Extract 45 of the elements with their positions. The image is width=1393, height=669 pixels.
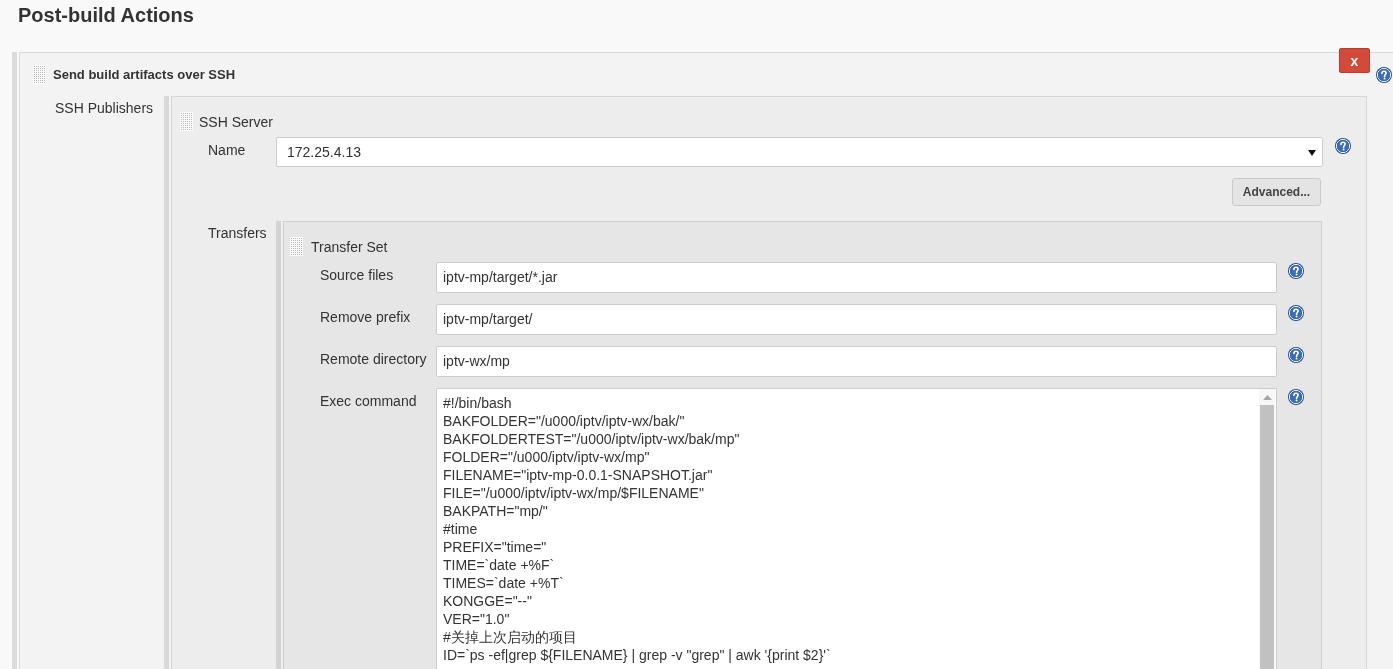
advanced-button[interactable]: Advanced... (1232, 178, 1321, 206)
drag-handle-icon[interactable] (180, 112, 193, 131)
code-line: #time (443, 521, 478, 537)
code-line: FILENAME="iptv-mp-0.0.1-SNAPSHOT.jar" (443, 467, 713, 483)
help-icon[interactable] (1376, 67, 1392, 83)
code-line: #关掉上次启动的项目 (443, 629, 577, 645)
server-dropdown[interactable]: 172.25.4.13 (276, 137, 1323, 167)
field-label: Exec command (320, 393, 418, 409)
field-label: Name (208, 142, 247, 158)
drag-handle-icon[interactable] (290, 237, 303, 256)
command-textarea[interactable] (436, 388, 1277, 669)
scrollbar-thumb[interactable] (1260, 405, 1274, 669)
help-icon[interactable] (1335, 138, 1351, 154)
field-label: Remove prefix (320, 309, 412, 325)
panel-heading: Transfer Set (311, 238, 388, 255)
field-label: Remote directory (320, 351, 428, 367)
caret-icon[interactable] (1308, 150, 1316, 156)
field-label: Transfers (208, 225, 268, 241)
field-label: SSH Publishers (55, 100, 155, 116)
code-line: KONGGE="--" (443, 593, 532, 609)
text-input[interactable]: iptv-mp/target/ (436, 304, 1277, 335)
help-icon[interactable] (1288, 347, 1304, 363)
code-line: #!/bin/bash (443, 395, 512, 411)
code-line: FILE="/u000/iptv/iptv-wx/mp/$FILENAME" (443, 485, 704, 501)
delete-button[interactable]: x (1339, 48, 1370, 73)
code-line: PREFIX="time=" (443, 539, 547, 555)
help-icon[interactable] (1288, 389, 1304, 405)
scrollbar[interactable] (1259, 389, 1275, 669)
code-line: FOLDER="/u000/iptv/iptv-wx/mp" (443, 449, 650, 465)
code-line: TIME=`date +%F` (443, 557, 555, 573)
help-icon[interactable] (1288, 305, 1304, 321)
panel-heading: SSH Server (199, 113, 273, 130)
text-input[interactable]: iptv-wx/mp (436, 346, 1277, 377)
text-input[interactable]: iptv-mp/target/*.jar (436, 262, 1277, 293)
section-heading: Send build artifacts over SSH (53, 66, 236, 83)
code-line: BAKPATH="mp/" (443, 503, 548, 519)
drag-handle-icon[interactable] (33, 65, 46, 84)
code-line: BAKFOLDERTEST="/u000/iptv/iptv-wx/bak/mp" (443, 431, 740, 447)
code-line: TIMES=`date +%T` (443, 575, 564, 591)
section-title: Post-build Actions (18, 3, 194, 28)
code-line: VER="1.0" (443, 611, 510, 627)
code-line: BAKFOLDER="/u000/iptv/iptv-wx/bak/" (443, 413, 685, 429)
field-label: Source files (320, 267, 395, 283)
help-icon[interactable] (1288, 263, 1304, 279)
code-line: ID=`ps -ef|grep ${FILENAME} | grep -v "grep" | awk '{print $2}'` (443, 647, 831, 663)
